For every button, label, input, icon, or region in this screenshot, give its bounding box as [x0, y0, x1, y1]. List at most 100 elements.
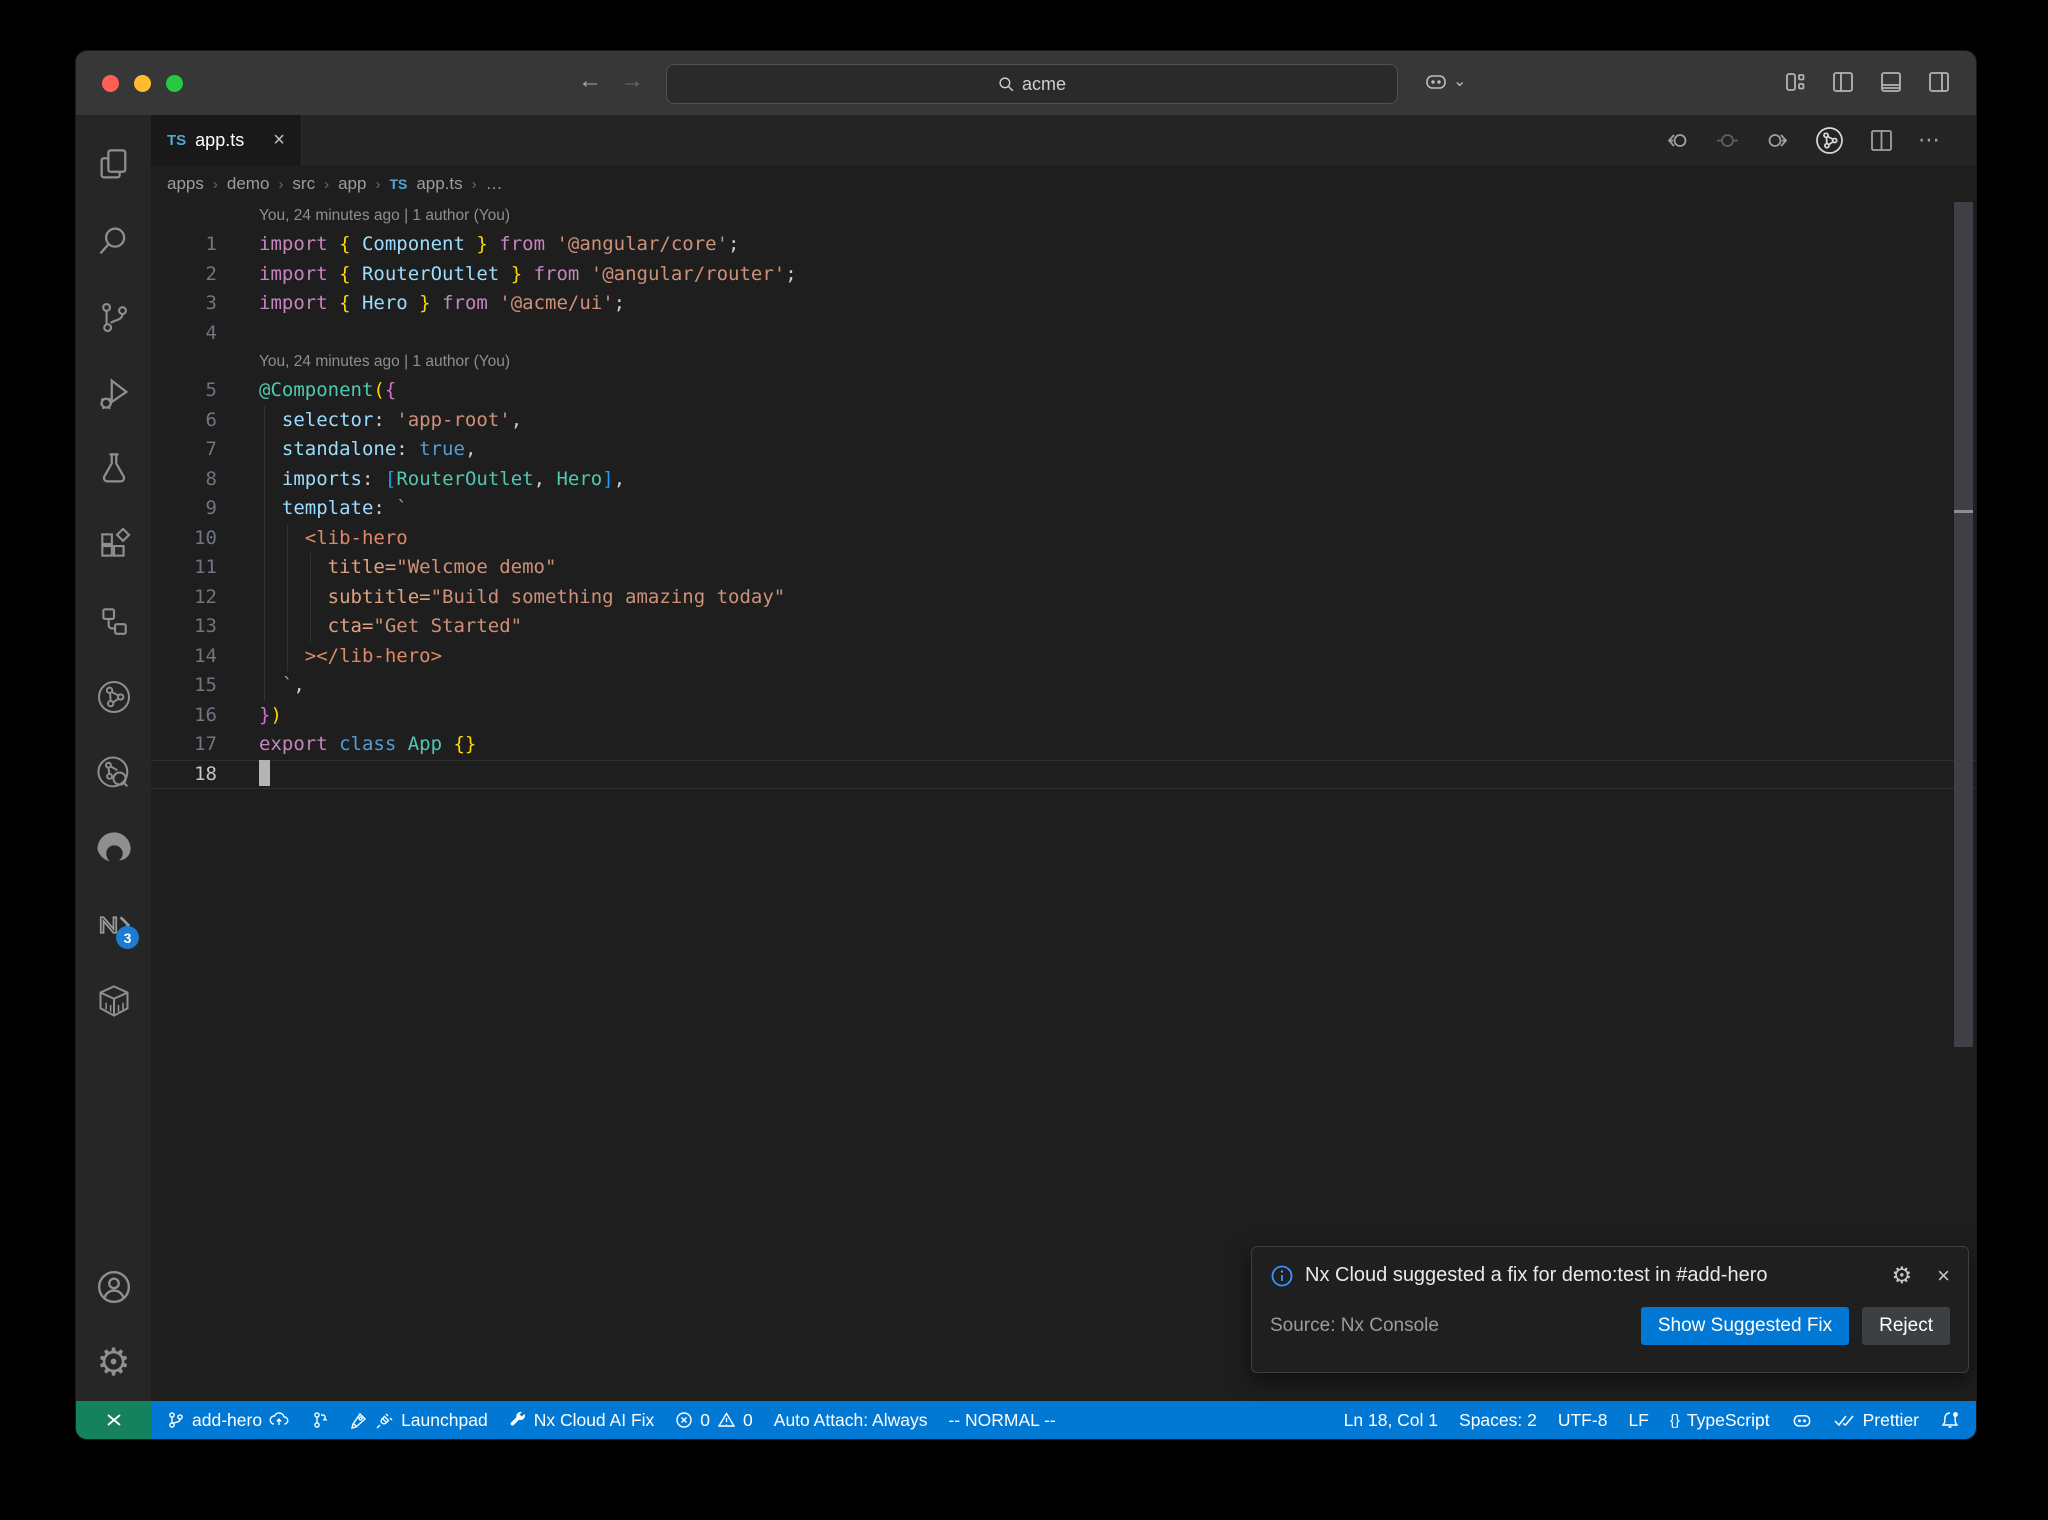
breadcrumb-item[interactable]: apps: [167, 174, 204, 194]
nx-console-icon[interactable]: 3: [76, 887, 151, 963]
line-number: 14: [194, 644, 217, 667]
reject-button[interactable]: Reject: [1862, 1307, 1950, 1345]
line-content: `,: [237, 671, 1976, 701]
indent-guide: [264, 553, 265, 583]
indent-guide: [287, 582, 288, 612]
breadcrumb-item-file[interactable]: app.ts: [416, 174, 462, 194]
branch-name: add-hero: [192, 1409, 263, 1430]
next-change-icon[interactable]: [1764, 127, 1791, 154]
customize-layout-icon[interactable]: [1782, 69, 1808, 95]
code-line: 8 imports: [RouterOutlet, Hero],: [151, 464, 1976, 494]
encoding-status[interactable]: UTF-8: [1558, 1410, 1608, 1431]
remote-indicator[interactable]: [76, 1401, 151, 1439]
indent-guide: [287, 553, 288, 583]
tab-app-ts[interactable]: TS app.ts ×: [151, 115, 302, 165]
explorer-icon[interactable]: [76, 127, 151, 203]
previous-change-icon[interactable]: [1664, 127, 1691, 154]
breadcrumb-separator-icon: ›: [375, 175, 381, 193]
nx-fix-label: Nx Cloud AI Fix: [533, 1409, 655, 1430]
show-suggested-fix-button[interactable]: Show Suggested Fix: [1640, 1307, 1850, 1345]
notification-close-icon[interactable]: ×: [1937, 1263, 1950, 1289]
references-view-icon[interactable]: [76, 583, 151, 659]
accounts-icon[interactable]: [76, 1251, 151, 1323]
code-line: 1 import { Component } from '@angular/cor…: [151, 230, 1976, 260]
line-number: 13: [194, 615, 217, 637]
extensions-icon[interactable]: [76, 507, 151, 583]
vim-block-cursor: [259, 759, 270, 786]
notifications-bell[interactable]: [1940, 1410, 1960, 1430]
eol-status[interactable]: LF: [1628, 1410, 1648, 1431]
line-content: export class App {}: [259, 733, 477, 755]
copilot-icon: [1426, 75, 1446, 89]
breadcrumb: apps › demo › src › app › TS app.ts ›…: [151, 166, 1976, 202]
indent-guide: [264, 523, 265, 553]
indent-guide: [264, 582, 265, 612]
more-actions-icon[interactable]: ⋯: [1918, 127, 1942, 153]
nx-cloud-fix-status[interactable]: Nx Cloud AI Fix: [509, 1409, 655, 1431]
breadcrumb-symbol-more[interactable]: …: [486, 174, 503, 194]
language-mode-status[interactable]: {} TypeScript: [1670, 1410, 1770, 1431]
split-editor-icon[interactable]: [1868, 127, 1895, 154]
breadcrumb-item[interactable]: demo: [227, 174, 270, 194]
codelens-annotation[interactable]: You, 24 minutes ago | 1 author (You): [259, 348, 1976, 376]
cursor-position-status[interactable]: Ln 18, Col 1: [1344, 1410, 1438, 1431]
breadcrumb-item[interactable]: app: [338, 174, 366, 194]
line-content: [237, 319, 1976, 349]
formatter-status[interactable]: Prettier: [1834, 1410, 1919, 1431]
codelens-annotation[interactable]: You, 24 minutes ago | 1 author (You): [259, 202, 1976, 230]
line-number: 15: [194, 674, 217, 696]
settings-gear-icon[interactable]: ⚙: [76, 1323, 151, 1401]
nx-cloud-icon[interactable]: [76, 735, 151, 811]
rocket-icon: [351, 1412, 367, 1429]
line-content: imports: [RouterOutlet, Hero],: [237, 464, 1976, 494]
history-back-icon[interactable]: ←: [574, 67, 606, 95]
line-number: 2: [205, 262, 217, 285]
run-debug-icon[interactable]: [76, 355, 151, 431]
toggle-secondary-sidebar-icon[interactable]: [1926, 69, 1952, 95]
warnings-icon: [717, 1412, 736, 1427]
toggle-panel-icon[interactable]: [1878, 69, 1904, 95]
close-tab-icon[interactable]: ×: [273, 129, 285, 152]
status-bar: add-hero Launchpad Nx Cloud AI Fix 0 0 A…: [76, 1401, 1976, 1439]
testing-icon[interactable]: [76, 431, 151, 507]
nx-targets-status[interactable]: [310, 1411, 328, 1429]
git-branch-status[interactable]: add-hero: [167, 1410, 289, 1431]
line-number: 17: [194, 733, 217, 755]
command-center-search[interactable]: acme: [666, 64, 1398, 104]
close-window-button[interactable]: [102, 75, 119, 92]
source-control-icon[interactable]: [76, 279, 151, 355]
copilot-menu[interactable]: ⌄: [1423, 68, 1466, 94]
braces-icon: {}: [1669, 1411, 1680, 1429]
indent-guide: [310, 582, 311, 612]
indent-guide: [264, 612, 265, 642]
current-change-icon[interactable]: [1714, 127, 1741, 154]
typescript-file-icon: TS: [167, 131, 187, 149]
auto-attach-status[interactable]: Auto Attach: Always: [774, 1410, 928, 1431]
indent-guide: [264, 671, 265, 701]
launchpad-status[interactable]: Launchpad: [349, 1410, 488, 1431]
vim-mode-status[interactable]: -- NORMAL --: [948, 1410, 1055, 1431]
copilot-status[interactable]: [1791, 1409, 1813, 1431]
toggle-sidebar-icon[interactable]: [1830, 69, 1856, 95]
nx-run-file-icon[interactable]: [1814, 125, 1845, 156]
search-icon: [999, 76, 1014, 91]
minimize-window-button[interactable]: [134, 75, 151, 92]
nx-run-target-icon[interactable]: [76, 659, 151, 735]
code-editor[interactable]: You, 24 minutes ago | 1 author (You) 1 imp…: [151, 202, 1976, 1401]
history-forward-icon[interactable]: →: [616, 67, 648, 95]
problems-status[interactable]: 0 0: [675, 1410, 753, 1431]
container-tools-icon[interactable]: [76, 963, 151, 1039]
line-number: 1: [205, 233, 217, 255]
zoom-window-button[interactable]: [166, 75, 183, 92]
breadcrumb-item[interactable]: src: [292, 174, 315, 194]
notification-settings-icon[interactable]: ⚙: [1892, 1262, 1913, 1289]
code-line: 10 <lib-hero: [151, 523, 1976, 553]
vscode-window: ← → acme ⌄ 3 ⚙ TS app.ts × ⋯ apps › demo…: [75, 50, 1977, 1440]
chevron-down-icon: ⌄: [1453, 73, 1467, 90]
search-view-icon[interactable]: [76, 203, 151, 279]
search-value: acme: [1021, 73, 1066, 94]
indent-guide: [310, 553, 311, 583]
notification-source: Source: Nx Console: [1270, 1315, 1439, 1336]
indentation-status[interactable]: Spaces: 2: [1459, 1410, 1537, 1431]
edge-tools-icon[interactable]: [76, 811, 151, 887]
